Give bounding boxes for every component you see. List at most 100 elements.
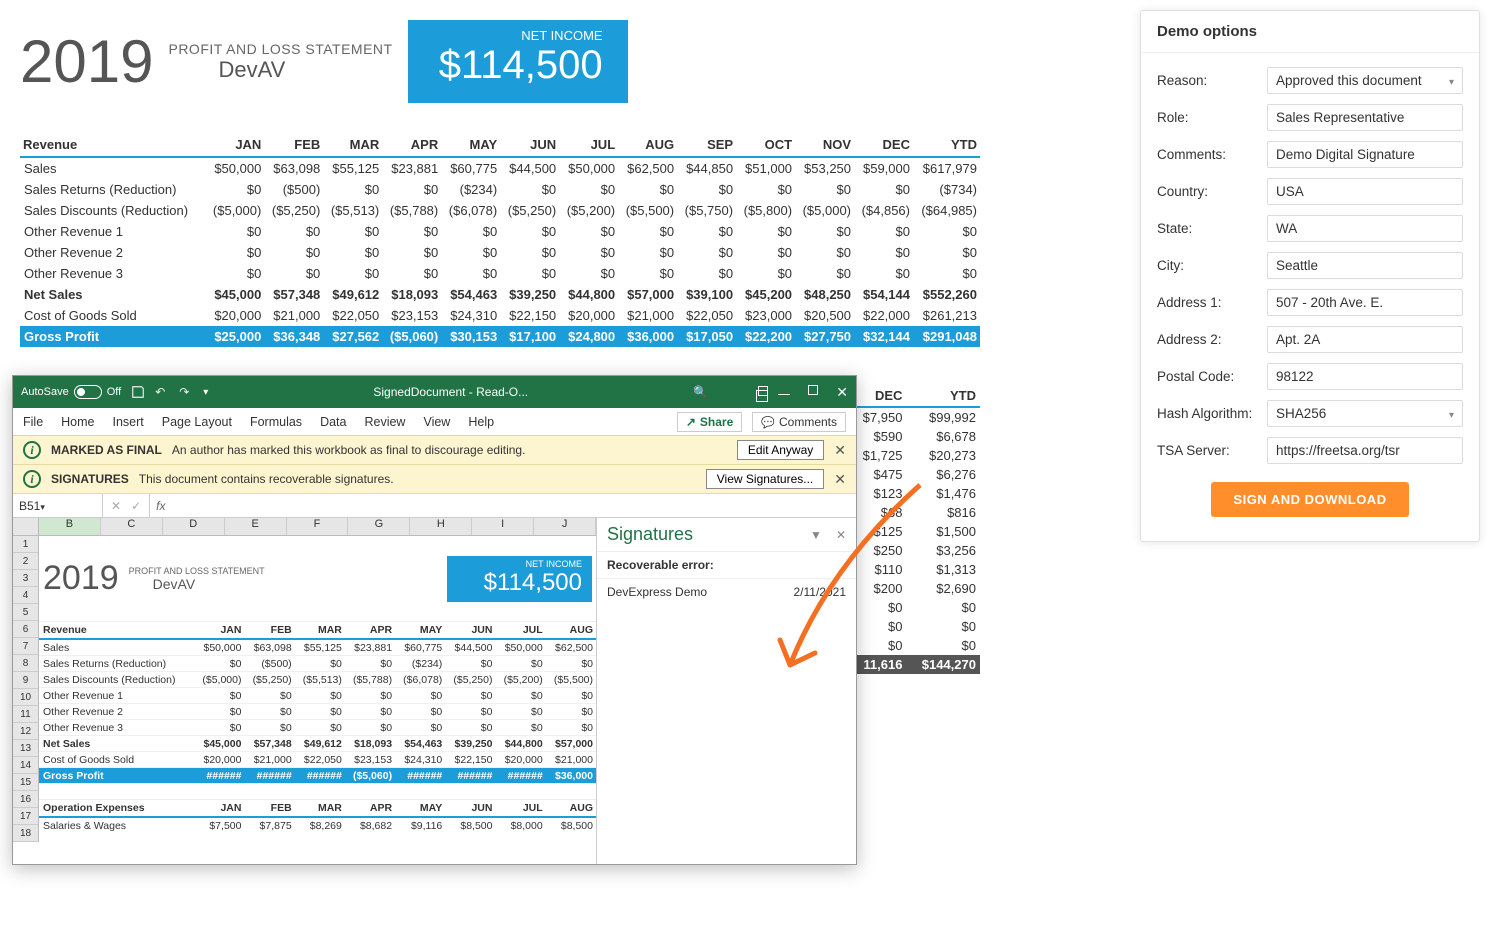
search-icon[interactable]: 🔍	[693, 385, 708, 399]
sign-and-download-button[interactable]: SIGN AND DOWNLOAD	[1211, 482, 1408, 517]
comment-icon	[761, 415, 775, 429]
field-input[interactable]: Apt. 2A	[1267, 326, 1463, 353]
chevron-down-icon[interactable]	[1449, 73, 1454, 88]
minimize-button[interactable]	[778, 384, 790, 401]
field-label: Country:	[1157, 184, 1267, 199]
select-all-corner[interactable]	[13, 518, 39, 535]
sheet-header: 2019 PROFIT AND LOSS STATEMENT DevAV NET…	[20, 20, 980, 103]
info-icon: i	[23, 470, 41, 488]
close-button[interactable]: ✕	[836, 384, 848, 401]
table-row: $590$6,678	[850, 427, 980, 446]
cancel-icon[interactable]: ✕	[111, 499, 121, 513]
confirm-icon[interactable]: ✓	[131, 499, 141, 513]
menu-formulas[interactable]: Formulas	[250, 415, 302, 429]
field-input[interactable]: USA	[1267, 178, 1463, 205]
toggle-icon[interactable]	[74, 385, 102, 399]
row-header[interactable]: 5	[13, 604, 39, 621]
table-row: Sales Returns (Reduction)$0($500)$0$0($2…	[20, 179, 980, 200]
maximize-button[interactable]	[808, 384, 818, 401]
main-spreadsheet: 2019 PROFIT AND LOSS STATEMENT DevAV NET…	[20, 20, 980, 347]
row-header[interactable]: 6	[13, 621, 39, 638]
row-header[interactable]: 18	[13, 825, 39, 842]
row-header[interactable]: 2	[13, 553, 39, 570]
field-input[interactable]: 507 - 20th Ave. E.	[1267, 289, 1463, 316]
col-header-F[interactable]: F	[287, 518, 349, 535]
col-header: YTD	[913, 133, 980, 157]
field-input[interactable]: SHA256	[1267, 400, 1463, 427]
column-headers[interactable]: BCDEFGHIJ	[13, 518, 596, 536]
col-header-C[interactable]: C	[101, 518, 163, 535]
menu-view[interactable]: View	[423, 415, 450, 429]
grid-content[interactable]: 2019 PROFIT AND LOSS STATEMENT DevAV NET…	[39, 536, 596, 842]
close-notice-icon[interactable]: ✕	[834, 442, 846, 459]
col-header-E[interactable]: E	[225, 518, 287, 535]
excel-titlebar[interactable]: AutoSave Off ↶ ↷ ▾ SignedDocument - Read…	[13, 376, 856, 408]
autosave-toggle[interactable]: AutoSave Off	[21, 385, 121, 399]
share-button[interactable]: Share	[677, 412, 742, 432]
excel-grid[interactable]: BCDEFGHIJ 123456789101112131415161718 20…	[13, 518, 596, 864]
row-header[interactable]: 14	[13, 757, 39, 774]
chevron-down-icon[interactable]	[40, 499, 45, 513]
row-headers[interactable]: 123456789101112131415161718	[13, 536, 39, 842]
qat-overflow-icon[interactable]: ▾	[203, 387, 208, 398]
row-header[interactable]: 15	[13, 774, 39, 791]
menu-page-layout[interactable]: Page Layout	[162, 415, 232, 429]
row-header[interactable]: 8	[13, 655, 39, 672]
field-input[interactable]: Sales Representative	[1267, 104, 1463, 131]
menu-review[interactable]: Review	[364, 415, 405, 429]
field-label: Reason:	[1157, 73, 1267, 88]
table-row: Other Revenue 2$0$0$0$0$0$0$0$0	[39, 704, 596, 720]
row-header[interactable]: 16	[13, 791, 39, 808]
net-income-label: NET INCOME	[433, 28, 603, 43]
col-header-H[interactable]: H	[410, 518, 472, 535]
row-header[interactable]: 4	[13, 587, 39, 604]
table-row: Gross Profit##################($5,060)##…	[39, 768, 596, 784]
menu-home[interactable]: Home	[61, 415, 94, 429]
col-header-G[interactable]: G	[348, 518, 410, 535]
window-buttons: ✕	[778, 384, 848, 401]
field-input[interactable]: Seattle	[1267, 252, 1463, 279]
table-row: Other Revenue 3$0$0$0$0$0$0$0$0$0$0$0$0$…	[20, 263, 980, 284]
row-header[interactable]: 13	[13, 740, 39, 757]
row-header[interactable]: 1	[13, 536, 39, 553]
menu-insert[interactable]: Insert	[113, 415, 144, 429]
notice-marked-final: i MARKED AS FINAL An author has marked t…	[13, 436, 856, 465]
row-header[interactable]: 9	[13, 672, 39, 689]
edit-anyway-button[interactable]: Edit Anyway	[737, 440, 824, 460]
col-header-B[interactable]: B	[39, 518, 101, 535]
subtitle-block: PROFIT AND LOSS STATEMENT DevAV	[168, 41, 392, 83]
undo-icon[interactable]: ↶	[155, 385, 169, 399]
ribbon-mode-icon[interactable]	[758, 385, 768, 399]
col-header-D[interactable]: D	[163, 518, 225, 535]
row-header[interactable]: 17	[13, 808, 39, 825]
field-input[interactable]: WA	[1267, 215, 1463, 242]
menu-file[interactable]: File	[23, 415, 43, 429]
field-input[interactable]: Approved this document	[1267, 67, 1463, 94]
row-header[interactable]: 11	[13, 706, 39, 723]
redo-icon[interactable]: ↷	[179, 385, 193, 399]
row-header[interactable]: 3	[13, 570, 39, 587]
field-input[interactable]: https://freetsa.org/tsr	[1267, 437, 1463, 464]
save-icon[interactable]	[131, 385, 145, 399]
excel-grid-area: BCDEFGHIJ 123456789101112131415161718 20…	[13, 518, 856, 864]
field-input[interactable]: 98122	[1267, 363, 1463, 390]
form-row: Address 1:507 - 20th Ave. E.	[1157, 289, 1463, 316]
row-header[interactable]: 12	[13, 723, 39, 740]
col-header-J[interactable]: J	[534, 518, 596, 535]
field-input[interactable]: Demo Digital Signature	[1267, 141, 1463, 168]
name-box[interactable]: B51	[13, 494, 103, 517]
excel-window: AutoSave Off ↶ ↷ ▾ SignedDocument - Read…	[12, 375, 857, 865]
row-header[interactable]: 7	[13, 638, 39, 655]
comments-button[interactable]: Comments	[752, 412, 846, 432]
table-row: Sales$50,000$63,098$55,125$23,881$60,775…	[39, 639, 596, 656]
excel-title: SignedDocument - Read-O...	[218, 385, 683, 399]
menu-help[interactable]: Help	[468, 415, 494, 429]
table-row: Gross Profit$25,000$36,348$27,562($5,060…	[20, 326, 980, 347]
col-header-I[interactable]: I	[472, 518, 534, 535]
chevron-down-icon[interactable]	[1449, 406, 1454, 421]
table-row: Other Revenue 1$0$0$0$0$0$0$0$0	[39, 688, 596, 704]
formula-bar: B51 ✕ ✓ fx	[13, 494, 856, 518]
menu-data[interactable]: Data	[320, 415, 346, 429]
row-header[interactable]: 10	[13, 689, 39, 706]
fx-label[interactable]: fx	[150, 499, 165, 513]
